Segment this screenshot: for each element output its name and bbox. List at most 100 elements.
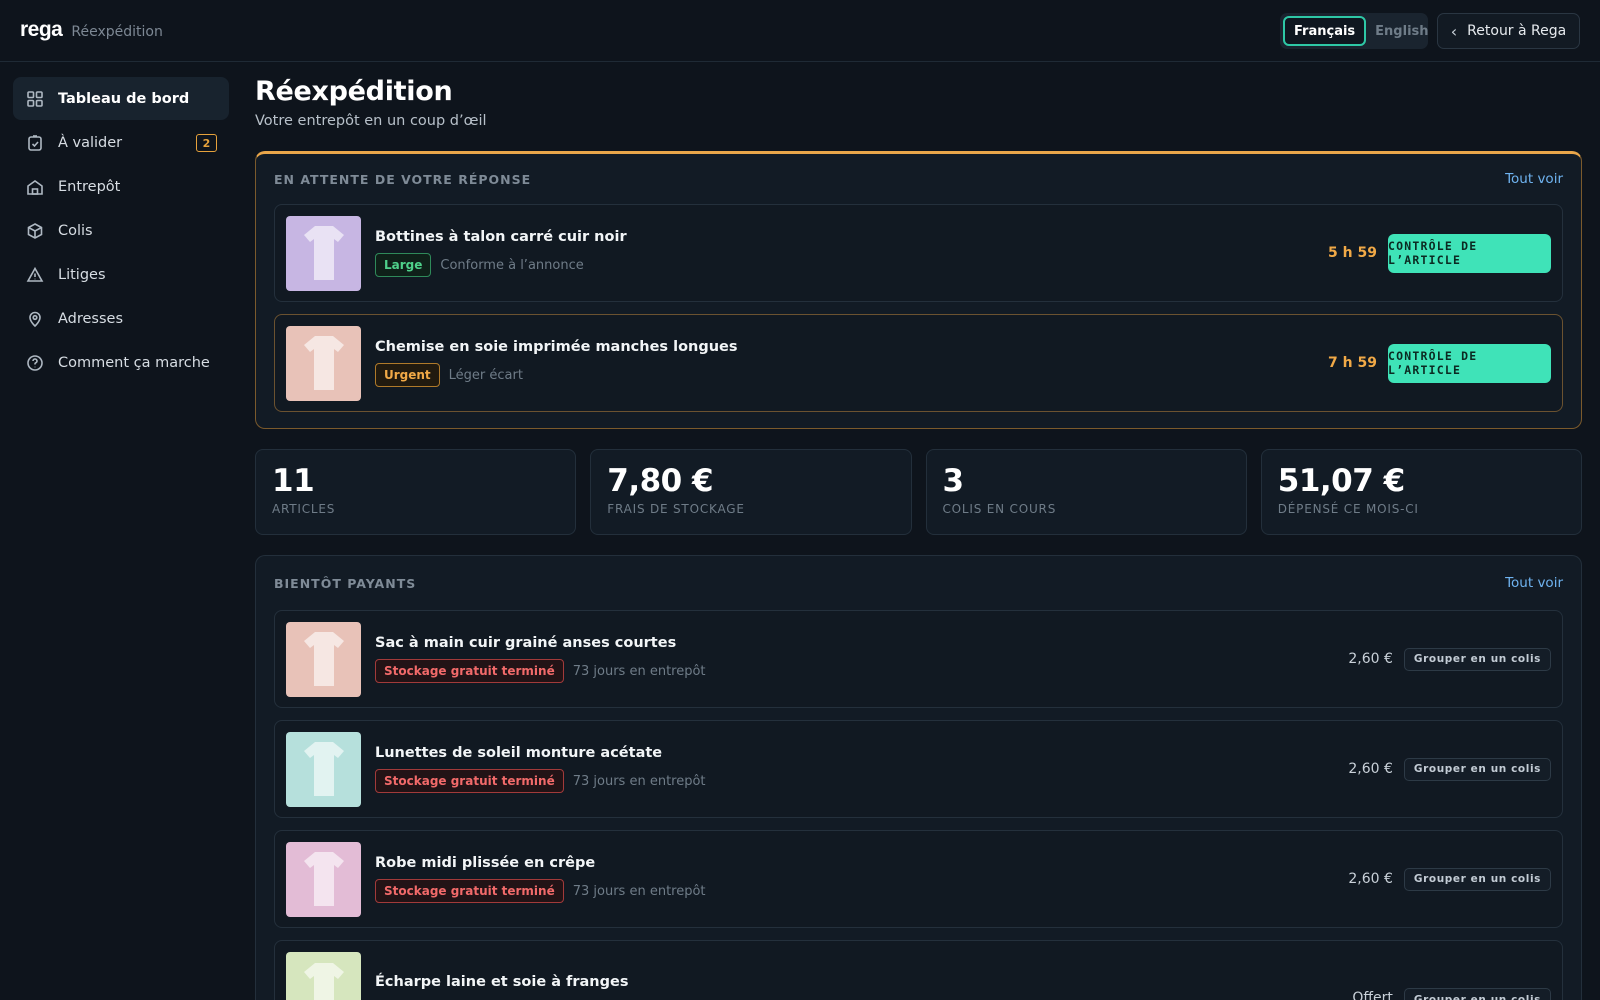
chevron-left-icon: ‹: [1450, 21, 1458, 41]
item-meta: Stockage gratuit terminé 73 jours en ent…: [375, 769, 1348, 793]
see-all-link[interactable]: Tout voir: [1505, 575, 1563, 591]
garment-icon: [303, 962, 344, 1000]
stat-value: 7,80 €: [607, 463, 714, 499]
soon-paid-panel: BIENTÔT PAYANTS Tout voir Sac à main cui…: [255, 555, 1582, 1000]
help-circle-icon: [26, 354, 44, 372]
stat-value: 3: [942, 463, 965, 499]
item-info: Lunettes de soleil monture acétate Stock…: [375, 745, 1348, 793]
item-info: Bottines à talon carré cuir noir Large C…: [375, 229, 1328, 277]
stat-value: 51,07 €: [1277, 463, 1405, 499]
item-name: Écharpe laine et soie à franges: [375, 974, 629, 990]
item-price: 2,60 €: [1348, 651, 1393, 667]
sidebar-item-label: Tableau de bord: [58, 90, 190, 107]
stat-label: FRAIS DE STOCKAGE: [607, 502, 745, 516]
sidebar-item-label: Colis: [58, 222, 93, 239]
warning-icon: [26, 266, 44, 284]
panel-title: EN ATTENTE DE VOTRE RÉPONSE: [274, 171, 532, 187]
group-parcel-button[interactable]: Grouper en un colis: [1403, 647, 1551, 671]
top-bar: rega Réexpédition Français English ‹ Ret…: [0, 0, 1600, 62]
sidebar-item-parcels[interactable]: Colis: [13, 209, 229, 252]
item-name: Lunettes de soleil monture acétate: [375, 745, 663, 761]
garment-icon: [303, 226, 344, 280]
sidebar-item-to-validate[interactable]: À valider 2: [13, 121, 229, 164]
stats-row: 11 ARTICLES 7,80 € FRAIS DE STOCKAGE 3 C…: [255, 449, 1582, 535]
garment-icon: [303, 336, 344, 390]
sidebar-item-how-it-works[interactable]: Comment ça marche: [13, 341, 229, 384]
back-to-rega-button[interactable]: ‹ Retour à Rega: [1437, 13, 1580, 49]
sidebar-item-label: Comment ça marche: [58, 354, 210, 371]
garment-icon: [303, 742, 344, 796]
rega-logo[interactable]: rega: [20, 18, 63, 42]
group-parcel-button[interactable]: Grouper en un colis: [1403, 867, 1551, 891]
lang-english-button[interactable]: English: [1366, 16, 1437, 46]
urgent-tag: Urgent: [375, 363, 440, 387]
garment-icon: [303, 852, 344, 906]
language-switch: Français English: [1280, 13, 1429, 49]
item-note: Conforme à l’annonce: [440, 257, 584, 273]
item-note: Léger écart: [448, 367, 523, 383]
pending-response-panel: EN ATTENTE DE VOTRE RÉPONSE Tout voir Bo…: [255, 151, 1582, 429]
free-storage-ended-tag: Stockage gratuit terminé: [375, 879, 564, 903]
item-meta: Urgent Léger écart: [375, 363, 1328, 387]
soon-paid-item-row[interactable]: Lunettes de soleil monture acétate Stock…: [274, 720, 1563, 818]
main-content: Réexpédition Votre entrepôt en un coup d…: [255, 76, 1582, 1000]
back-label: Retour à Rega: [1467, 23, 1567, 39]
garment-icon: [303, 632, 344, 686]
item-name: Robe midi plissée en crêpe: [375, 855, 596, 871]
sidebar: Tableau de bord À valider 2 Entrepôt Col…: [13, 77, 229, 385]
sidebar-item-label: À valider: [58, 134, 123, 151]
item-thumbnail: [286, 841, 361, 917]
sidebar-item-disputes[interactable]: Litiges: [13, 253, 229, 296]
lang-french-button[interactable]: Français: [1283, 16, 1367, 46]
panel-title: BIENTÔT PAYANTS: [274, 575, 417, 591]
days-in-warehouse: 73 jours en entrepôt: [572, 663, 706, 679]
package-icon: [26, 222, 44, 240]
grid-icon: [26, 90, 44, 108]
pending-item-row[interactable]: Bottines à talon carré cuir noir Large C…: [274, 204, 1563, 302]
soon-paid-item-row[interactable]: Robe midi plissée en crêpe Stockage grat…: [274, 830, 1563, 928]
warehouse-icon: [26, 178, 44, 196]
stat-card-storage-fees: 7,80 € FRAIS DE STOCKAGE: [590, 449, 912, 535]
page-title: Réexpédition: [255, 76, 453, 107]
group-parcel-button[interactable]: Grouper en un colis: [1403, 988, 1551, 1000]
free-storage-ended-tag: Stockage gratuit terminé: [375, 769, 564, 793]
check-item-button[interactable]: CONTRÔLE DE L’ARTICLE: [1388, 343, 1551, 383]
see-all-link[interactable]: Tout voir: [1505, 171, 1563, 187]
panel-header: BIENTÔT PAYANTS Tout voir: [256, 556, 1581, 610]
stat-label: ARTICLES: [272, 502, 336, 516]
item-name: Sac à main cuir grainé anses courtes: [375, 635, 677, 651]
check-item-button[interactable]: CONTRÔLE DE L’ARTICLE: [1388, 233, 1551, 273]
pending-item-row[interactable]: Chemise en soie imprimée manches longues…: [274, 314, 1563, 412]
days-in-warehouse: 73 jours en entrepôt: [572, 883, 706, 899]
stat-card-spent-this-month: 51,07 € DÉPENSÉ CE MOIS-CI: [1260, 449, 1582, 535]
soon-paid-item-row[interactable]: Écharpe laine et soie à franges Offert G…: [274, 940, 1563, 1000]
brand: rega Réexpédition: [20, 18, 163, 42]
group-parcel-button[interactable]: Grouper en un colis: [1403, 757, 1551, 781]
item-meta: Large Conforme à l’annonce: [375, 253, 1328, 277]
days-in-warehouse: 73 jours en entrepôt: [572, 773, 706, 789]
item-name: Chemise en soie imprimée manches longues: [375, 339, 738, 355]
item-meta: Stockage gratuit terminé 73 jours en ent…: [375, 659, 1348, 683]
sidebar-item-warehouse[interactable]: Entrepôt: [13, 165, 229, 208]
item-thumbnail: [286, 215, 361, 291]
location-pin-icon: [26, 310, 44, 328]
sidebar-item-dashboard[interactable]: Tableau de bord: [13, 77, 229, 120]
item-info: Chemise en soie imprimée manches longues…: [375, 339, 1328, 387]
count-badge: 2: [196, 134, 217, 152]
item-info: Robe midi plissée en crêpe Stockage grat…: [375, 855, 1348, 903]
page-subtitle: Votre entrepôt en un coup d’œil: [255, 113, 487, 129]
stat-label: COLIS EN COURS: [942, 502, 1057, 516]
free-storage-ended-tag: Stockage gratuit terminé: [375, 659, 564, 683]
item-info: Écharpe laine et soie à franges: [375, 952, 1352, 990]
countdown-timer: 7 h 59: [1328, 355, 1377, 371]
item-price: 2,60 €: [1348, 761, 1393, 777]
item-info: Sac à main cuir grainé anses courtes Sto…: [375, 635, 1348, 683]
soon-paid-item-row[interactable]: Sac à main cuir grainé anses courtes Sto…: [274, 610, 1563, 708]
item-name: Bottines à talon carré cuir noir: [375, 229, 627, 245]
countdown-timer: 5 h 59: [1328, 245, 1377, 261]
item-thumbnail: [286, 325, 361, 401]
sidebar-item-addresses[interactable]: Adresses: [13, 297, 229, 340]
stat-value: 11: [272, 463, 315, 499]
clipboard-check-icon: [26, 134, 44, 152]
item-thumbnail: [286, 621, 361, 697]
